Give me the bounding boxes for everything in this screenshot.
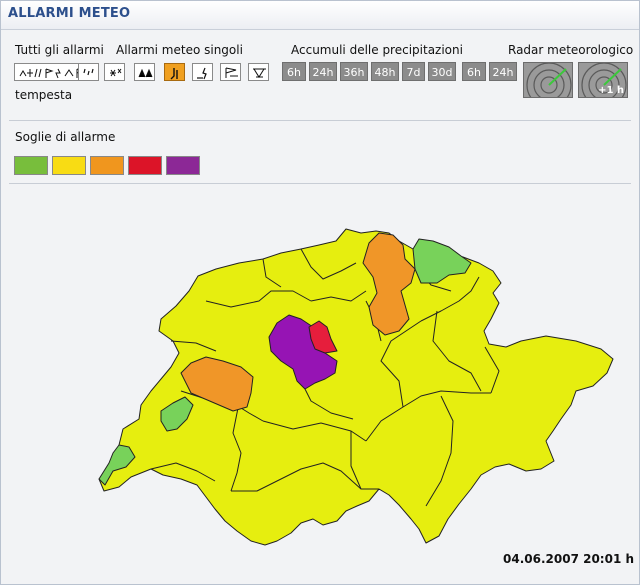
wind-icon <box>170 68 178 80</box>
thunderstorm-icon <box>138 68 153 78</box>
radar-now-button[interactable] <box>523 62 573 98</box>
weather-alarm-widget: ALLARMI METEO Tutti gli allarmi Allarmi … <box>0 0 640 585</box>
threshold-level-3 <box>90 156 124 175</box>
divider <box>9 183 631 184</box>
frost-icon <box>253 68 266 78</box>
radar-forecast-label: +1 h <box>598 85 624 96</box>
rain-alarm-button[interactable] <box>78 63 99 81</box>
divider <box>9 120 631 121</box>
radar-icon <box>526 63 572 97</box>
threshold-level-1 <box>14 156 48 175</box>
frost-alarm-button[interactable] <box>248 63 269 81</box>
label-single-alarms: Allarmi meteo singoli <box>116 43 243 57</box>
label-all-alarms: Tutti gli allarmi <box>15 43 104 57</box>
precip-24h-button[interactable]: 24h <box>309 62 337 81</box>
switzerland-alarm-map[interactable] <box>1 186 639 584</box>
radar-forecast-button[interactable]: +1 h <box>578 62 628 98</box>
flood-alarm-button[interactable] <box>220 63 241 81</box>
storm-tooltip-label: tempesta <box>15 88 73 102</box>
precip-48h-button[interactable]: 48h <box>371 62 399 81</box>
slippery-road-icon <box>197 67 207 80</box>
label-radar: Radar meteorologico <box>508 43 634 57</box>
label-precipitation: Accumuli delle precipitazioni <box>291 43 463 57</box>
precip-7d-button[interactable]: 7d <box>402 62 425 81</box>
threshold-level-5 <box>166 156 200 175</box>
precip-36h-button[interactable]: 36h <box>340 62 368 81</box>
threshold-level-4 <box>128 156 162 175</box>
threshold-level-2 <box>52 156 86 175</box>
snow-alarm-button[interactable] <box>104 63 125 81</box>
widget-title: ALLARMI METEO <box>8 6 131 21</box>
forecast-6h-button[interactable]: 6h <box>462 62 486 81</box>
map-timestamp: 04.06.2007 20:01 h <box>503 552 635 566</box>
flood-icon <box>225 67 238 78</box>
thunderstorm-alarm-button[interactable] <box>134 63 155 81</box>
slippery-road-alarm-button[interactable] <box>192 63 213 81</box>
thresholds-title: Soglie di allarme <box>15 130 116 144</box>
snow-icon <box>110 68 122 77</box>
wind-alarm-button[interactable] <box>164 63 185 81</box>
precip-30d-button[interactable]: 30d <box>428 62 456 81</box>
rain-icon <box>83 68 94 76</box>
forecast-24h-button[interactable]: 24h <box>489 62 517 81</box>
region-yellow-base <box>98 228 614 546</box>
precip-6h-button[interactable]: 6h <box>282 62 306 81</box>
widget-header: ALLARMI METEO <box>1 1 639 30</box>
